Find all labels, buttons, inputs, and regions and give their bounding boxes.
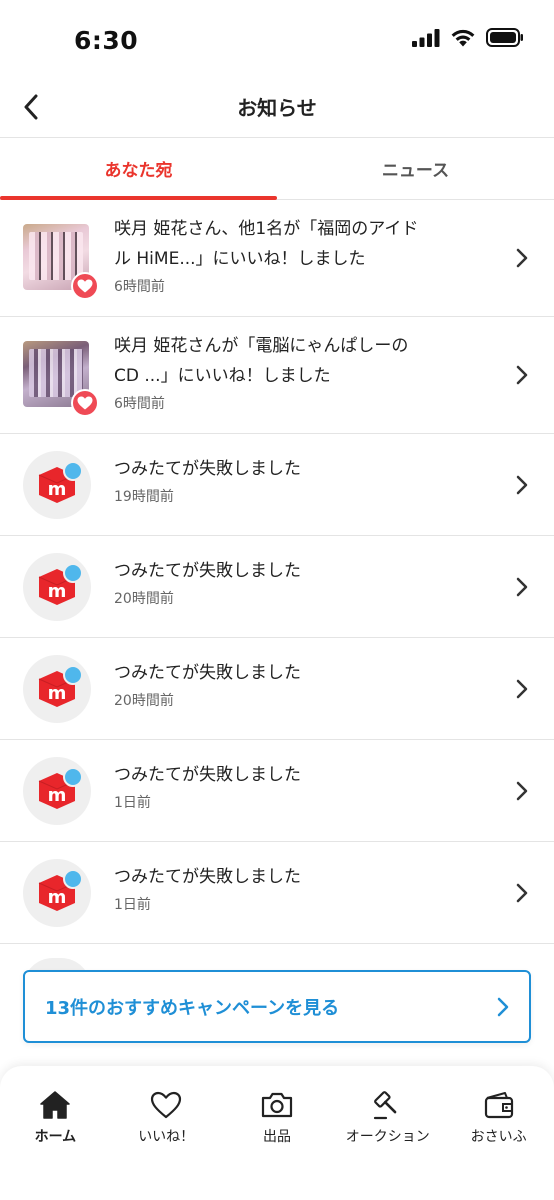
- notification-time: 19時間前: [114, 489, 174, 505]
- svg-text:m: m: [48, 683, 67, 704]
- home-icon: [38, 1088, 72, 1122]
- mercari-logo-avatar: m: [23, 451, 91, 519]
- notification-time: 6時間前: [114, 279, 165, 295]
- mercari-logo-avatar: m: [23, 553, 91, 621]
- notification-time: 1日前: [114, 795, 151, 811]
- campaign-banner-button[interactable]: 13件のおすすめキャンペーンを見る: [23, 970, 531, 1043]
- svg-text:m: m: [48, 887, 67, 908]
- chevron-right-icon: [516, 679, 528, 699]
- tab-for-you[interactable]: あなた宛: [0, 138, 277, 200]
- unread-dot: [63, 869, 83, 889]
- cellular-signal-icon: [412, 28, 440, 47]
- nav-label: オークション: [345, 1129, 430, 1145]
- camera-icon: [260, 1088, 294, 1122]
- notification-text: 咲月 姫花さん、他1名が「福岡のアイド ル HiME...」にいいね！しました …: [114, 214, 484, 296]
- notification-message: つみたてが失敗しました: [114, 459, 301, 479]
- nav-label: 出品: [262, 1129, 291, 1145]
- mercari-logo-avatar: m: [23, 757, 91, 825]
- notification-time: 20時間前: [114, 591, 174, 607]
- chevron-right-icon: [516, 475, 528, 495]
- notification-text: つみたてが失敗しました 20時間前: [114, 658, 484, 710]
- product-photo: [23, 341, 99, 417]
- unread-dot: [63, 563, 83, 583]
- nav-wallet[interactable]: おさいふ: [443, 1066, 554, 1200]
- notification-row[interactable]: m つみたてが失敗しました 1日前: [0, 842, 554, 944]
- battery-icon: [486, 28, 523, 47]
- product-photo: [23, 224, 99, 300]
- wifi-icon: [451, 29, 475, 47]
- tab-news[interactable]: ニュース: [277, 138, 554, 199]
- notification-message-line1: 咲月 姫花さん、他1名が「福岡のアイド: [114, 219, 419, 239]
- notification-message-line2: CD ...」にいいね！しました: [114, 366, 331, 386]
- bottom-tab-bar: ホーム いいね！ 出品 オークション おさいふ: [0, 1066, 554, 1200]
- notification-row[interactable]: 咲月 姫花さん、他1名が「福岡のアイド ル HiME...」にいいね！しました …: [0, 200, 554, 317]
- svg-text:m: m: [48, 479, 67, 500]
- like-badge-icon: [71, 272, 99, 300]
- notification-text: 咲月 姫花さんが「電脳にゃんぱしーの CD ...」にいいね！しました 6時間前: [114, 331, 484, 413]
- nav-label: おさいふ: [470, 1129, 527, 1145]
- nav-sell[interactable]: 出品: [222, 1066, 333, 1200]
- status-time: 6:30: [74, 26, 139, 55]
- notification-message: つみたてが失敗しました: [114, 867, 301, 887]
- nav-home[interactable]: ホーム: [0, 1066, 111, 1200]
- unread-dot: [63, 665, 83, 685]
- notification-text: つみたてが失敗しました 1日前: [114, 862, 484, 914]
- notification-time: 20時間前: [114, 693, 174, 709]
- nav-label: いいね！: [138, 1129, 195, 1145]
- chevron-right-icon: [497, 997, 509, 1017]
- notification-row[interactable]: m つみたてが失敗しました 19時間前: [0, 434, 554, 536]
- notification-message: つみたてが失敗しました: [114, 663, 301, 683]
- svg-text:m: m: [48, 785, 67, 806]
- notification-message-line1: 咲月 姫花さんが「電脳にゃんぱしーの: [114, 336, 409, 356]
- status-icons: [412, 28, 524, 47]
- status-bar: 6:30: [0, 0, 554, 80]
- gavel-icon: [371, 1088, 405, 1122]
- item-thumbnail: [23, 341, 99, 417]
- notification-text: つみたてが失敗しました 20時間前: [114, 556, 484, 608]
- notification-message: つみたてが失敗しました: [114, 561, 301, 581]
- svg-text:m: m: [48, 581, 67, 602]
- notification-row[interactable]: m つみたてが失敗しました 1日前: [0, 740, 554, 842]
- like-badge-icon: [71, 389, 99, 417]
- chevron-right-icon: [516, 365, 528, 385]
- notification-row[interactable]: m つみたてが失敗しました 20時間前: [0, 638, 554, 740]
- mercari-logo-avatar: m: [23, 655, 91, 723]
- notification-text: つみたてが失敗しました 1日前: [114, 760, 484, 812]
- item-thumbnail: [23, 224, 99, 300]
- unread-dot: [63, 461, 83, 481]
- nav-likes[interactable]: いいね！: [111, 1066, 222, 1200]
- notification-text: つみたてが失敗しました 19時間前: [114, 454, 484, 506]
- notification-row[interactable]: 咲月 姫花さんが「電脳にゃんぱしーの CD ...」にいいね！しました 6時間前: [0, 317, 554, 434]
- heart-icon: [149, 1088, 183, 1122]
- notification-time: 1日前: [114, 897, 151, 913]
- nav-label: ホーム: [34, 1129, 77, 1145]
- notification-list: 咲月 姫花さん、他1名が「福岡のアイド ル HiME...」にいいね！しました …: [0, 200, 554, 944]
- chevron-right-icon: [516, 577, 528, 597]
- notification-row[interactable]: m つみたてが失敗しました 20時間前: [0, 536, 554, 638]
- notification-message-line2: ル HiME...」にいいね！しました: [114, 249, 366, 269]
- unread-dot: [63, 767, 83, 787]
- page-title: お知らせ: [237, 96, 317, 120]
- campaign-label: 13件のおすすめキャンペーンを見る: [45, 997, 340, 1019]
- chevron-right-icon: [516, 248, 528, 268]
- notification-time: 6時間前: [114, 396, 165, 412]
- chevron-right-icon: [516, 883, 528, 903]
- wallet-icon: [482, 1088, 516, 1122]
- nav-auction[interactable]: オークション: [332, 1066, 443, 1200]
- tab-bar: あなた宛 ニュース: [0, 138, 554, 200]
- mercari-logo-avatar: m: [23, 859, 91, 927]
- navigation-header: お知らせ: [0, 80, 554, 138]
- chevron-right-icon: [516, 781, 528, 801]
- notification-message: つみたてが失敗しました: [114, 765, 301, 785]
